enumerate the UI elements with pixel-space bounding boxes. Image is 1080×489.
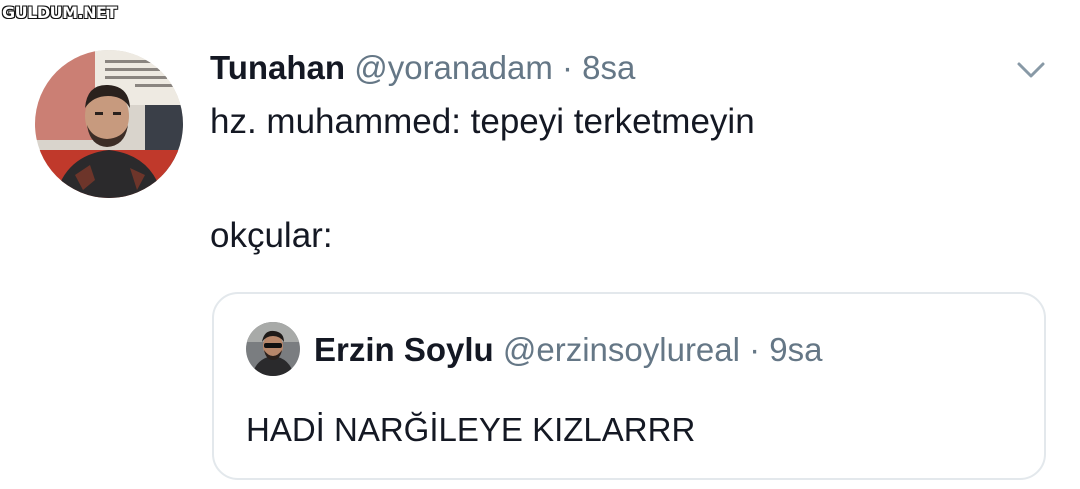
tweet-header: Tunahan @yoranadam · 8sa: [210, 48, 635, 88]
quoted-display-name[interactable]: Erzin Soylu: [314, 331, 494, 368]
tweet-text-line: okçular:: [210, 216, 333, 255]
separator-dot: ·: [552, 49, 583, 86]
chevron-down-icon[interactable]: [1014, 58, 1048, 82]
user-handle[interactable]: @yoranadam: [354, 49, 553, 86]
quoted-tweet-header: Erzin Soylu @erzinsoylureal · 9sa: [314, 330, 823, 370]
watermark-logo: GULDUM.NET: [1, 2, 118, 22]
tweet-text-line: hz. muhammed: tepeyi terketmeyin: [210, 102, 755, 141]
quoted-tweet-text: HADİ NARĞİLEYE KIZLARRR: [246, 411, 696, 448]
quoted-timestamp[interactable]: 9sa: [769, 331, 822, 368]
quoted-avatar-photo: [246, 322, 300, 376]
avatar[interactable]: [35, 50, 183, 198]
quoted-user-handle[interactable]: @erzinsoylureal: [503, 331, 740, 368]
quoted-avatar[interactable]: [246, 322, 300, 376]
avatar-photo: [35, 50, 183, 198]
quoted-tweet-card[interactable]: Erzin Soylu @erzinsoylureal · 9sa HADİ N…: [212, 292, 1046, 480]
timestamp[interactable]: 8sa: [582, 49, 635, 86]
separator-dot: ·: [739, 331, 770, 368]
tweet-screenshot: GULDUM.NET Tunahan @yoranadam · 8sa hz. …: [0, 0, 1080, 489]
display-name[interactable]: Tunahan: [210, 49, 345, 86]
